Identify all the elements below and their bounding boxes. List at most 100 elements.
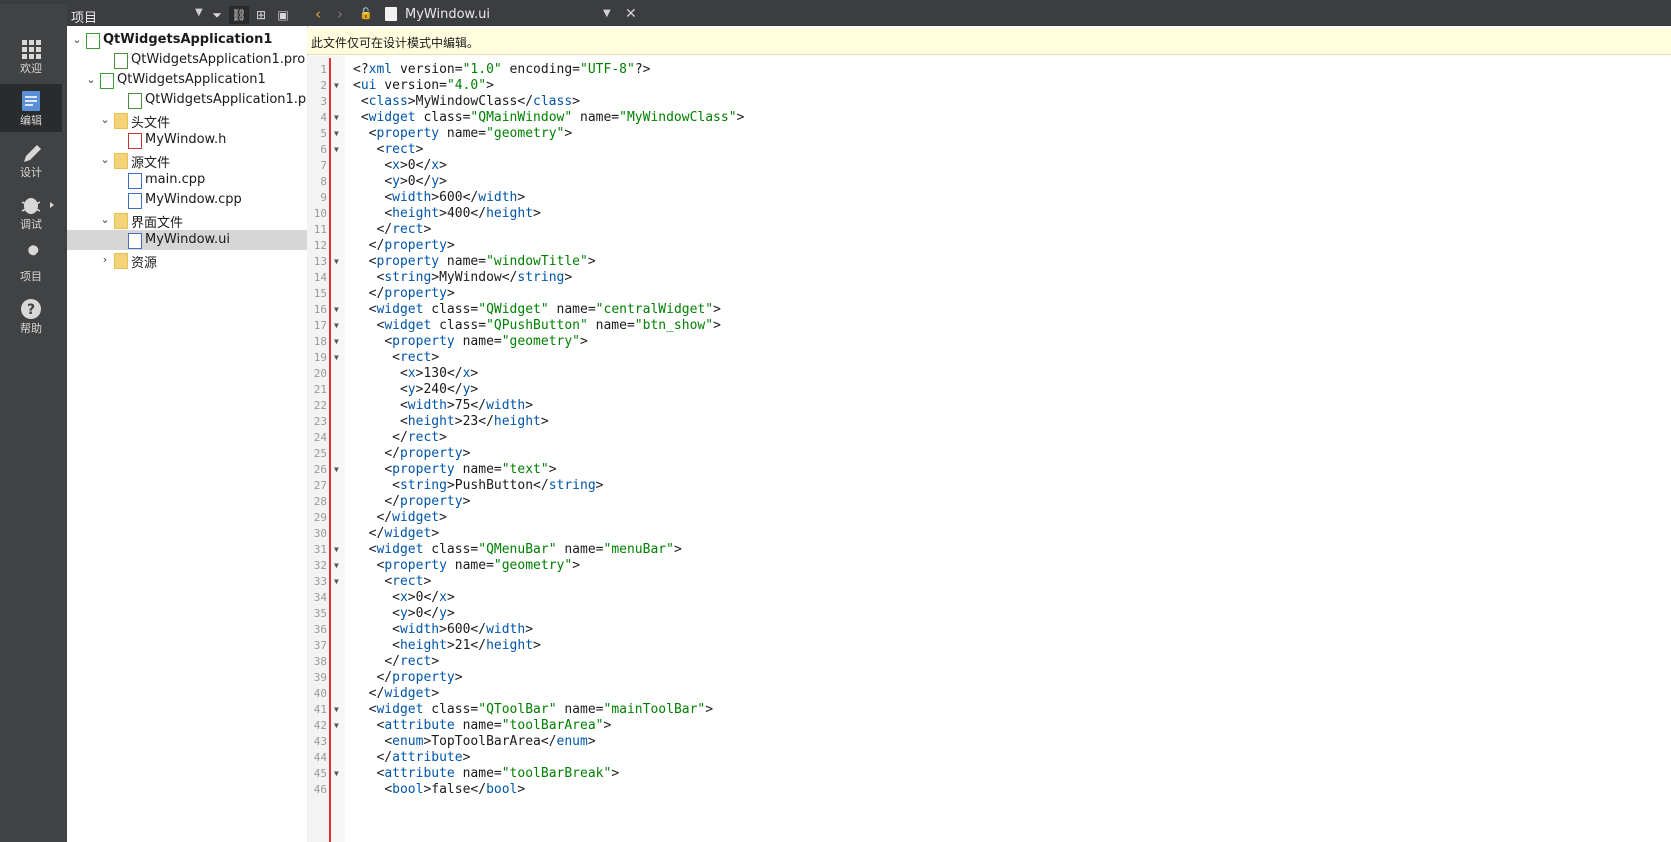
fold-toggle-icon[interactable]: ▼ bbox=[334, 142, 339, 158]
mode-welcome[interactable]: 欢迎 bbox=[0, 32, 62, 80]
forward-icon[interactable]: › bbox=[337, 5, 343, 23]
code-line[interactable]: <height>400</height> bbox=[353, 206, 541, 222]
code-line[interactable]: <property name="windowTitle"> bbox=[353, 254, 596, 270]
code-line[interactable]: <property name="geometry"> bbox=[353, 126, 573, 142]
code-line[interactable]: <widget class="QMainWindow" name="MyWind… bbox=[353, 110, 745, 126]
tree-item[interactable]: ⌄ 源文件 bbox=[67, 150, 307, 171]
info-message: 此文件仅可在设计模式中编辑。 bbox=[311, 36, 480, 50]
code-line[interactable]: <widget class="QPushButton" name="btn_sh… bbox=[353, 318, 720, 334]
tree-item[interactable]: MyWindow.h bbox=[67, 130, 307, 150]
fold-toggle-icon[interactable]: ▼ bbox=[334, 462, 339, 478]
mode-help[interactable]: ? 帮助 bbox=[0, 292, 62, 340]
code-line[interactable]: </attribute> bbox=[353, 750, 470, 766]
chevron-down-icon[interactable]: ▼ bbox=[195, 7, 203, 18]
code-line[interactable]: <y>0</y> bbox=[353, 606, 455, 622]
fold-toggle-icon[interactable]: ▼ bbox=[334, 126, 339, 142]
code-line[interactable]: <string>MyWindow</string> bbox=[353, 270, 572, 286]
tree-item[interactable]: MyWindow.cpp bbox=[67, 190, 307, 210]
expand-arrow-icon[interactable]: ⌄ bbox=[85, 70, 97, 90]
tree-item[interactable]: QtWidgetsApplication1.pro bbox=[67, 50, 307, 70]
code-line[interactable]: </rect> bbox=[353, 654, 439, 670]
chevron-down-icon[interactable]: ▼ bbox=[603, 8, 611, 19]
close-document-icon[interactable]: ✕ bbox=[625, 6, 637, 22]
fold-toggle-icon[interactable]: ▼ bbox=[334, 334, 339, 350]
tree-item[interactable]: ⌄ 界面文件 bbox=[67, 210, 307, 231]
tree-item[interactable]: ⌄ QtWidgetsApplication1 bbox=[67, 30, 307, 50]
code-line[interactable]: <width>600</width> bbox=[353, 622, 533, 638]
tree-item[interactable]: ⌄ 头文件 bbox=[67, 110, 307, 131]
code-line[interactable]: <height>23</height> bbox=[353, 414, 549, 430]
code-line[interactable]: <enum>TopToolBarArea</enum> bbox=[353, 734, 595, 750]
fold-toggle-icon[interactable]: ▼ bbox=[334, 302, 339, 318]
code-line[interactable]: <x>130</x> bbox=[353, 366, 478, 382]
code-line[interactable]: <class>MyWindowClass</class> bbox=[353, 94, 580, 110]
code-line[interactable]: <x>0</x> bbox=[353, 158, 447, 174]
code-line[interactable]: </property> bbox=[353, 286, 455, 302]
split-icon[interactable]: ⊞ bbox=[251, 6, 271, 24]
code-line[interactable]: <widget class="QWidget" name="centralWid… bbox=[353, 302, 721, 318]
code-line[interactable]: <bool>false</bool> bbox=[353, 782, 525, 798]
mode-design[interactable]: 设计 bbox=[0, 136, 62, 184]
code-line[interactable]: <y>240</y> bbox=[353, 382, 478, 398]
tree-item[interactable]: main.cpp bbox=[67, 170, 307, 190]
code-line[interactable]: <string>PushButton</string> bbox=[353, 478, 603, 494]
code-line[interactable]: <rect> bbox=[353, 142, 423, 158]
code-line[interactable]: <?xml version="1.0" encoding="UTF-8"?> bbox=[353, 62, 650, 78]
code-line[interactable]: <property name="geometry"> bbox=[353, 558, 580, 574]
open-document-name[interactable]: MyWindow.ui bbox=[405, 7, 490, 22]
code-line[interactable]: </widget> bbox=[353, 510, 446, 526]
fold-toggle-icon[interactable]: ▼ bbox=[334, 718, 339, 734]
close-sidebar-icon[interactable]: ▣ bbox=[273, 6, 293, 24]
sidebar-view-selector[interactable]: 项目 bbox=[71, 7, 97, 26]
fold-toggle-icon[interactable]: ▼ bbox=[334, 350, 339, 366]
mode-debug[interactable]: 调试 bbox=[0, 188, 62, 236]
tree-item[interactable]: QtWidgetsApplication1.pri bbox=[67, 90, 315, 110]
fold-toggle-icon[interactable]: ▼ bbox=[334, 574, 339, 590]
code-line[interactable]: <width>75</width> bbox=[353, 398, 533, 414]
code-line[interactable]: </property> bbox=[353, 494, 470, 510]
expand-arrow-icon[interactable]: ⌄ bbox=[71, 30, 83, 50]
expand-arrow-icon[interactable]: ⌄ bbox=[99, 110, 111, 130]
fold-toggle-icon[interactable]: ▼ bbox=[334, 558, 339, 574]
code-line[interactable]: <property name="geometry"> bbox=[353, 334, 588, 350]
collapsed-arrow-icon[interactable]: › bbox=[99, 250, 111, 270]
code-line[interactable]: <rect> bbox=[353, 350, 439, 366]
link-icon[interactable]: ⛓ bbox=[229, 6, 249, 24]
tree-item[interactable]: ⌄ QtWidgetsApplication1 bbox=[67, 70, 307, 90]
mode-edit[interactable]: 编辑 bbox=[0, 84, 62, 132]
code-line[interactable]: <attribute name="toolBarBreak"> bbox=[353, 766, 619, 782]
tree-item[interactable]: › 资源 bbox=[67, 250, 307, 271]
expand-arrow-icon[interactable]: ⌄ bbox=[99, 150, 111, 170]
lock-icon[interactable]: 🔓 bbox=[359, 7, 373, 20]
code-line[interactable]: <attribute name="toolBarArea"> bbox=[353, 718, 611, 734]
filter-icon[interactable]: ⏷ bbox=[207, 6, 227, 24]
code-editor[interactable]: 1 2 3 4 5 6 7 8 9 10 11 12 13 14 15 16 17 18 19 20 21 22 23 24 2… bbox=[307, 56, 1671, 842]
code-line[interactable]: <rect> bbox=[353, 574, 431, 590]
code-line[interactable]: <x>0</x> bbox=[353, 590, 455, 606]
fold-toggle-icon[interactable]: ▼ bbox=[334, 702, 339, 718]
fold-toggle-icon[interactable]: ▼ bbox=[334, 110, 339, 126]
code-line[interactable]: </property> bbox=[353, 238, 455, 254]
code-line[interactable]: <y>0</y> bbox=[353, 174, 447, 190]
code-line[interactable]: <widget class="QMenuBar" name="menuBar"> bbox=[353, 542, 682, 558]
code-line[interactable]: </property> bbox=[353, 670, 462, 686]
code-line[interactable]: </rect> bbox=[353, 430, 447, 446]
fold-toggle-icon[interactable]: ▼ bbox=[334, 78, 339, 94]
mode-projects[interactable]: 项目 bbox=[0, 240, 62, 288]
fold-toggle-icon[interactable]: ▼ bbox=[334, 766, 339, 782]
code-line[interactable]: <widget class="QToolBar" name="mainToolB… bbox=[353, 702, 713, 718]
code-line[interactable]: <width>600</width> bbox=[353, 190, 525, 206]
code-line[interactable]: <property name="text"> bbox=[353, 462, 556, 478]
code-line[interactable]: <height>21</height> bbox=[353, 638, 541, 654]
code-line[interactable]: <ui version="4.0"> bbox=[353, 78, 494, 94]
code-line[interactable]: </widget> bbox=[353, 526, 439, 542]
code-line[interactable]: </rect> bbox=[353, 222, 431, 238]
fold-toggle-icon[interactable]: ▼ bbox=[334, 542, 339, 558]
fold-toggle-icon[interactable]: ▼ bbox=[334, 318, 339, 334]
code-line[interactable]: </property> bbox=[353, 446, 470, 462]
fold-toggle-icon[interactable]: ▼ bbox=[334, 254, 339, 270]
tree-item[interactable]: MyWindow.ui bbox=[67, 230, 307, 250]
back-icon[interactable]: ‹ bbox=[315, 5, 321, 23]
code-line[interactable]: </widget> bbox=[353, 686, 439, 702]
expand-arrow-icon[interactable]: ⌄ bbox=[99, 210, 111, 230]
